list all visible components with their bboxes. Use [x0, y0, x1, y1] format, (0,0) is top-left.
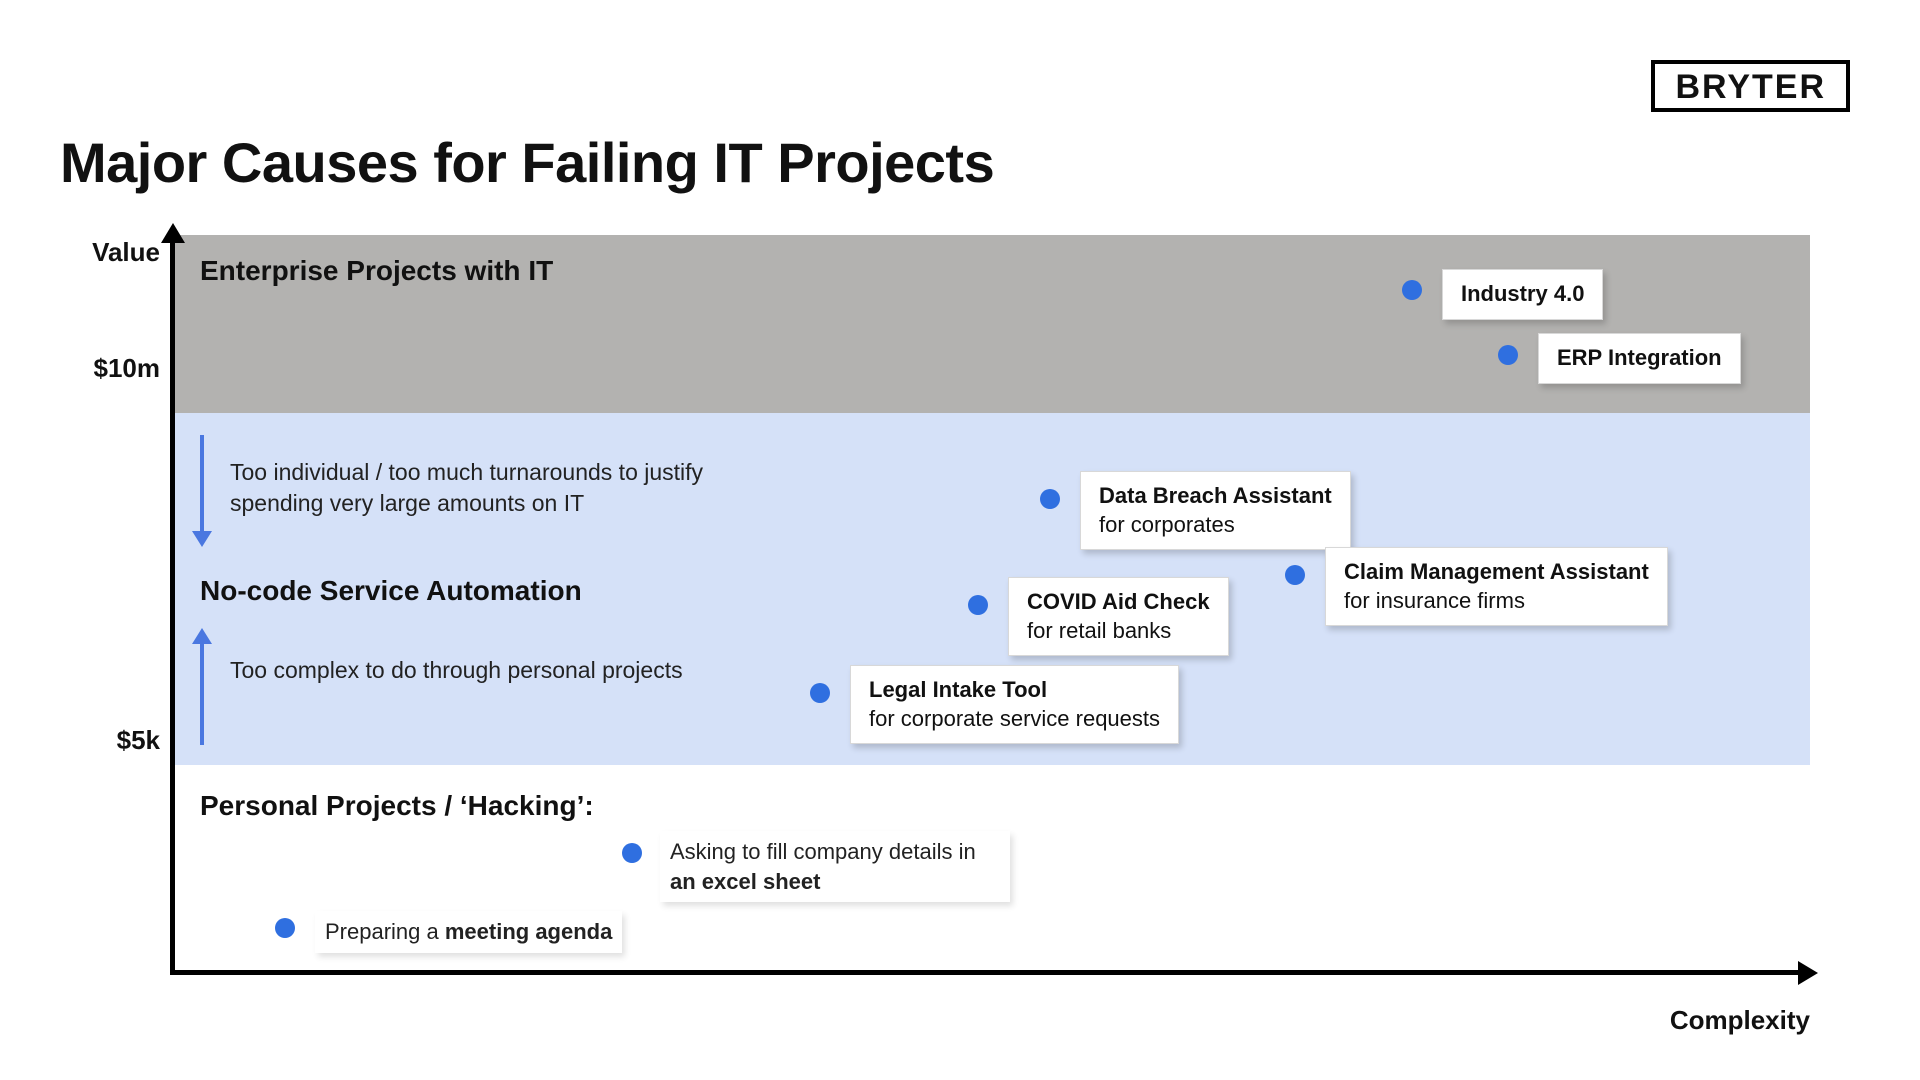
y-tick-10m: $10m	[50, 353, 160, 384]
band-title-personal: Personal Projects / ‘Hacking’:	[200, 790, 594, 822]
y-tick-5k: $5k	[50, 725, 160, 756]
card-title: Legal Intake Tool	[869, 676, 1160, 705]
dot-claim	[1285, 565, 1305, 585]
card-claim: Claim Management Assistant for insurance…	[1325, 547, 1668, 626]
brand-logo: BRYTER	[1651, 60, 1850, 112]
x-axis-label: Complexity	[1640, 1005, 1810, 1036]
label-text: Asking to fill company details in	[670, 839, 976, 864]
label-bold: meeting agenda	[445, 919, 612, 944]
dot-covid	[968, 595, 988, 615]
slide: BRYTER Major Causes for Failing IT Proje…	[0, 0, 1920, 1080]
annotation-lower: Too complex to do through personal proje…	[230, 655, 683, 686]
card-industry40: Industry 4.0	[1442, 269, 1603, 320]
y-axis-arrow-icon	[161, 223, 185, 243]
y-axis	[170, 235, 175, 975]
x-axis	[170, 970, 1810, 975]
card-title: ERP Integration	[1557, 345, 1722, 370]
card-subtitle: for retail banks	[1027, 617, 1210, 646]
dot-agenda	[275, 918, 295, 938]
card-title: Data Breach Assistant	[1099, 482, 1332, 511]
label-bold: an excel sheet	[670, 869, 820, 894]
card-subtitle: for insurance firms	[1344, 587, 1649, 616]
band-title-nocode: No-code Service Automation	[200, 575, 582, 607]
label-excel: Asking to fill company details in an exc…	[660, 831, 1010, 902]
label-agenda: Preparing a meeting agenda	[315, 911, 622, 953]
page-title: Major Causes for Failing IT Projects	[60, 130, 994, 195]
dot-legal	[810, 683, 830, 703]
label-text: Preparing a	[325, 919, 445, 944]
annotation-upper: Too individual / too much turnarounds to…	[230, 457, 790, 519]
card-subtitle: for corporate service requests	[869, 705, 1160, 734]
card-legal: Legal Intake Tool for corporate service …	[850, 665, 1179, 744]
card-subtitle: for corporates	[1099, 511, 1332, 540]
dot-breach	[1040, 489, 1060, 509]
card-title: Claim Management Assistant	[1344, 558, 1649, 587]
band-title-enterprise: Enterprise Projects with IT	[200, 255, 553, 287]
card-covid: COVID Aid Check for retail banks	[1008, 577, 1229, 656]
card-breach: Data Breach Assistant for corporates	[1080, 471, 1351, 550]
card-erp: ERP Integration	[1538, 333, 1741, 384]
dot-industry40	[1402, 280, 1422, 300]
y-axis-label: Value	[60, 237, 160, 268]
card-title: COVID Aid Check	[1027, 588, 1210, 617]
card-title: Industry 4.0	[1461, 281, 1584, 306]
chart-area: Value $10m $5k Complexity Enterprise Pro…	[170, 235, 1810, 975]
dot-excel	[622, 843, 642, 863]
dot-erp	[1498, 345, 1518, 365]
x-axis-arrow-icon	[1798, 961, 1818, 985]
annotation-arrow-up-icon	[200, 640, 204, 745]
annotation-arrow-down-icon	[200, 435, 204, 535]
